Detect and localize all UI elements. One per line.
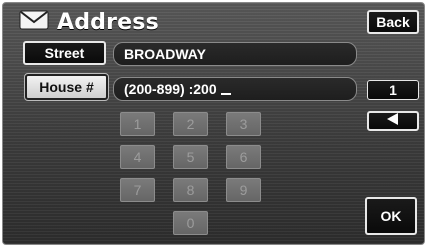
address-screen: Address Back Street BROADWAY House # (20… xyxy=(2,2,425,245)
backspace-button[interactable] xyxy=(367,111,419,131)
back-button[interactable]: Back xyxy=(367,10,419,34)
keypad-key-8[interactable]: 8 xyxy=(173,178,208,202)
house-number-field[interactable]: (200-899) :200 xyxy=(113,77,357,101)
keypad-key-6[interactable]: 6 xyxy=(226,145,261,169)
header: Address xyxy=(19,7,159,37)
envelope-icon xyxy=(19,9,49,35)
keypad-key-7[interactable]: 7 xyxy=(120,178,155,202)
left-arrow-icon xyxy=(386,112,400,130)
keypad-key-1[interactable]: 1 xyxy=(120,112,155,136)
street-button[interactable]: Street xyxy=(23,41,106,65)
keypad-key-5[interactable]: 5 xyxy=(173,145,208,169)
count-indicator: 1 xyxy=(367,80,419,100)
street-button-label: Street xyxy=(44,45,85,61)
street-value: BROADWAY xyxy=(124,46,206,62)
text-cursor xyxy=(220,93,231,95)
street-field[interactable]: BROADWAY xyxy=(113,42,357,66)
ok-button-label: OK xyxy=(380,208,402,224)
house-number-button-label: House # xyxy=(39,79,94,95)
keypad-key-2[interactable]: 2 xyxy=(173,112,208,136)
keypad-key-0[interactable]: 0 xyxy=(173,211,208,235)
house-number-button[interactable]: House # xyxy=(24,73,109,101)
ok-button[interactable]: OK xyxy=(365,197,417,235)
keypad-key-9[interactable]: 9 xyxy=(226,178,261,202)
back-button-label: Back xyxy=(376,14,410,30)
keypad-key-4[interactable]: 4 xyxy=(120,145,155,169)
keypad-key-3[interactable]: 3 xyxy=(226,112,261,136)
house-number-value: (200-899) :200 xyxy=(124,81,217,97)
count-label: 1 xyxy=(389,82,397,98)
page-title: Address xyxy=(57,9,159,35)
